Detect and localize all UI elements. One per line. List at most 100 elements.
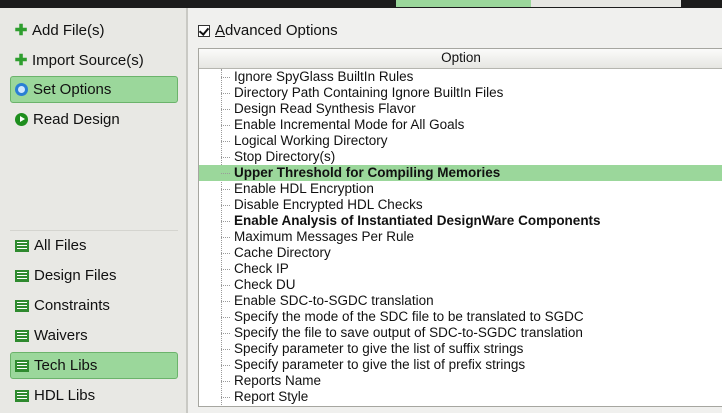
option-label: Enable Incremental Mode for All Goals — [234, 117, 465, 132]
tree-branch — [221, 381, 230, 382]
option-label: Directory Path Containing Ignore BuiltIn… — [234, 85, 504, 100]
option-label: Specify parameter to give the list of pr… — [234, 357, 526, 372]
tree-branch — [221, 77, 230, 78]
list-icon — [15, 269, 29, 282]
option-row[interactable]: Specify the mode of the SDC file to be t… — [199, 309, 722, 325]
option-label: Upper Threshold for Compiling Memories — [234, 165, 501, 180]
toolbar-tab[interactable] — [531, 0, 681, 7]
tree-branch — [221, 141, 230, 142]
set-options-button[interactable]: Set Options — [10, 76, 178, 103]
option-row[interactable]: Specify parameter to give the list of pr… — [199, 357, 722, 373]
advanced-options-label: Advanced Options — [215, 22, 338, 39]
options-list: Ignore SpyGlass BuiltIn Rules Directory P… — [199, 69, 722, 405]
tree-branch — [221, 285, 230, 286]
option-row[interactable]: Ignore SpyGlass BuiltIn Rules — [199, 69, 722, 85]
tree-branch — [221, 221, 230, 222]
option-row[interactable]: Check IP — [199, 261, 722, 277]
option-label: Maximum Messages Per Rule — [234, 229, 415, 244]
option-label: Disable Encrypted HDL Checks — [234, 197, 423, 212]
tree-branch — [221, 349, 230, 350]
read-design-button[interactable]: Read Design — [10, 106, 178, 133]
option-label: Cache Directory — [234, 245, 331, 260]
option-row[interactable]: Specify parameter to give the list of su… — [199, 341, 722, 357]
tree-branch — [221, 365, 230, 366]
option-row[interactable]: Enable Incremental Mode for All Goals — [199, 117, 722, 133]
option-label: Enable HDL Encryption — [234, 181, 374, 196]
toolbar-tab-active[interactable] — [396, 0, 531, 7]
view-waivers-label: Waivers — [34, 327, 88, 344]
tree-branch — [221, 333, 230, 334]
option-label: Reports Name — [234, 373, 322, 388]
option-label: Report Style — [234, 389, 309, 404]
view-all-files-label: All Files — [34, 237, 87, 254]
option-row[interactable]: Report Style — [199, 389, 722, 405]
option-label: Stop Directory(s) — [234, 149, 336, 164]
view-design-files-label: Design Files — [34, 267, 117, 284]
option-row[interactable]: Design Read Synthesis Flavor — [199, 101, 722, 117]
view-hdl-libs[interactable]: HDL Libs — [10, 382, 178, 409]
option-row[interactable]: Upper Threshold for Compiling Memories — [199, 165, 722, 181]
tree-branch — [221, 125, 230, 126]
list-icon — [15, 359, 29, 372]
option-row[interactable]: Directory Path Containing Ignore BuiltIn… — [199, 85, 722, 101]
view-tech-libs[interactable]: Tech Libs — [10, 352, 178, 379]
option-label: Specify the mode of the SDC file to be t… — [234, 309, 584, 324]
option-row[interactable]: Cache Directory — [199, 245, 722, 261]
view-constraints-label: Constraints — [34, 297, 110, 314]
tree-branch — [221, 237, 230, 238]
option-label: Check DU — [234, 277, 296, 292]
list-icon — [15, 239, 29, 252]
option-label: Check IP — [234, 261, 289, 276]
list-icon — [15, 329, 29, 342]
option-label: Ignore SpyGlass BuiltIn Rules — [234, 69, 414, 84]
option-row[interactable]: Enable Analysis of Instantiated DesignWa… — [199, 213, 722, 229]
view-tech-libs-label: Tech Libs — [34, 357, 98, 374]
option-row[interactable]: Disable Encrypted HDL Checks — [199, 197, 722, 213]
sidebar: ✚ Add File(s) ✚ Import Source(s) Set Opt… — [0, 8, 186, 413]
option-row[interactable]: Enable HDL Encryption — [199, 181, 722, 197]
import-sources-label: Import Source(s) — [32, 52, 144, 69]
option-row[interactable]: Specify the file to save output of SDC-t… — [199, 325, 722, 341]
options-table: Option Ignore SpyGlass BuiltIn Rules Dire… — [198, 48, 722, 407]
tree-branch — [221, 205, 230, 206]
option-column-header[interactable]: Option — [199, 49, 722, 69]
tree-branch — [221, 269, 230, 270]
settings-circle-icon — [15, 83, 28, 96]
view-constraints[interactable]: Constraints — [10, 292, 178, 319]
plus-icon: ✚ — [14, 21, 28, 39]
option-row[interactable]: Stop Directory(s) — [199, 149, 722, 165]
tree-branch — [221, 253, 230, 254]
add-files-button[interactable]: ✚ Add File(s) — [10, 17, 178, 44]
read-design-label: Read Design — [33, 111, 120, 128]
top-toolbar-strip — [0, 0, 722, 8]
plus-icon: ✚ — [14, 51, 28, 69]
set-options-label: Set Options — [33, 81, 112, 98]
view-all-files[interactable]: All Files — [10, 232, 178, 259]
option-label: Specify parameter to give the list of su… — [234, 341, 524, 356]
tree-branch — [221, 317, 230, 318]
option-label: Enable SDC-to-SGDC translation — [234, 293, 434, 308]
tree-branch — [221, 157, 230, 158]
option-row[interactable]: Maximum Messages Per Rule — [199, 229, 722, 245]
tree-branch — [221, 301, 230, 302]
option-row[interactable]: Enable SDC-to-SGDC translation — [199, 293, 722, 309]
option-row[interactable]: Logical Working Directory — [199, 133, 722, 149]
view-waivers[interactable]: Waivers — [10, 322, 178, 349]
tree-branch — [221, 173, 230, 174]
option-row[interactable]: Check DU — [199, 277, 722, 293]
list-icon — [15, 299, 29, 312]
tree-branch — [221, 397, 230, 398]
option-label: Specify the file to save output of SDC-t… — [234, 325, 583, 340]
list-icon — [15, 389, 29, 402]
advanced-options-checkbox[interactable] — [198, 24, 210, 37]
option-label: Design Read Synthesis Flavor — [234, 101, 416, 116]
option-row[interactable]: Reports Name — [199, 373, 722, 389]
option-label: Logical Working Directory — [234, 133, 388, 148]
sidebar-divider — [10, 230, 178, 231]
tree-branch — [221, 189, 230, 190]
play-circle-icon — [15, 113, 28, 126]
tree-branch — [221, 109, 230, 110]
import-sources-button[interactable]: ✚ Import Source(s) — [10, 47, 178, 74]
advanced-options-toggle[interactable]: Advanced Options — [198, 22, 338, 39]
view-design-files[interactable]: Design Files — [10, 262, 178, 289]
